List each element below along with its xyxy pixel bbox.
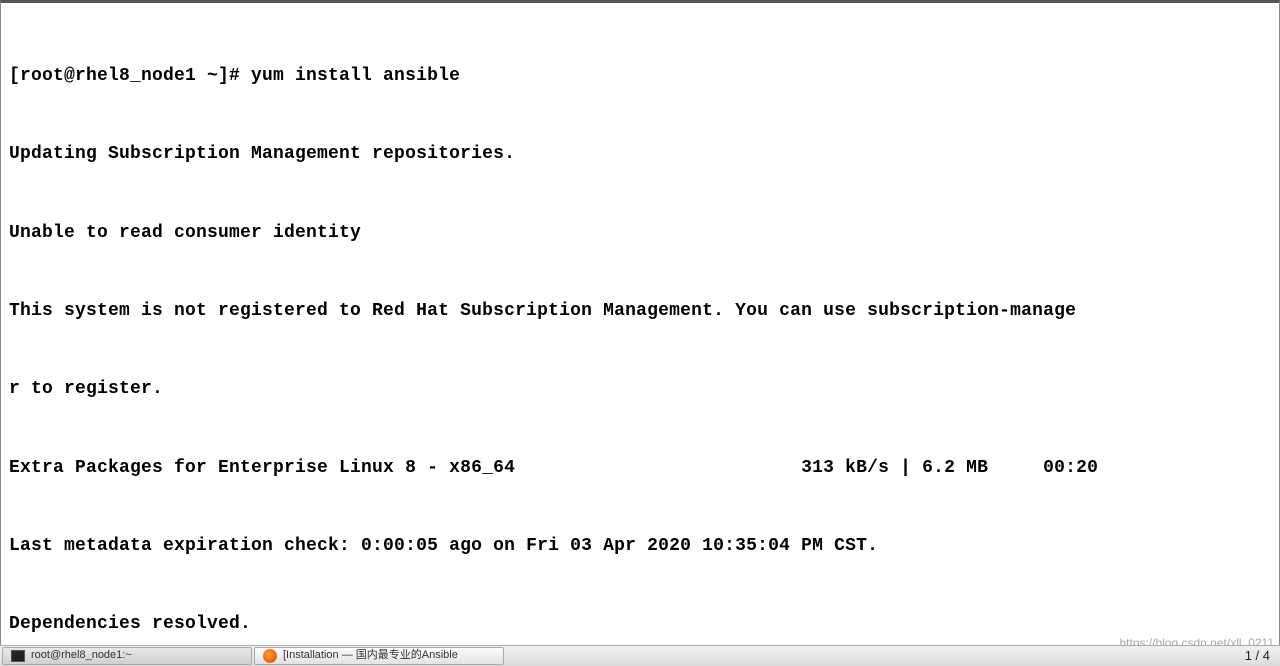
- output-line: r to register.: [9, 376, 1271, 402]
- taskbar-item-terminal[interactable]: root@rhel8_node1:~: [2, 647, 252, 665]
- output-line: Last metadata expiration check: 0:00:05 …: [9, 533, 1271, 559]
- output-line: Unable to read consumer identity: [9, 220, 1271, 246]
- task-label: root@rhel8_node1:~: [31, 648, 132, 664]
- task-label: [Installation — 国内最专业的Ansible: [283, 648, 458, 664]
- output-line: This system is not registered to Red Hat…: [9, 298, 1271, 324]
- output-line: Dependencies resolved.: [9, 611, 1271, 637]
- task-counter: 1 / 4: [1245, 647, 1270, 666]
- terminal-window: [root@rhel8_node1 ~]# yum install ansibl…: [0, 0, 1280, 646]
- prompt-line: [root@rhel8_node1 ~]# yum install ansibl…: [9, 63, 1271, 89]
- taskbar-item-browser[interactable]: [Installation — 国内最专业的Ansible: [254, 647, 504, 665]
- output-line: Updating Subscription Management reposit…: [9, 141, 1271, 167]
- firefox-icon: [263, 649, 277, 663]
- output-line: Extra Packages for Enterprise Linux 8 - …: [9, 455, 1271, 481]
- taskbar: root@rhel8_node1:~ [Installation — 国内最专业…: [0, 645, 1280, 666]
- terminal-content[interactable]: [root@rhel8_node1 ~]# yum install ansibl…: [9, 11, 1271, 646]
- terminal-icon: [11, 650, 25, 662]
